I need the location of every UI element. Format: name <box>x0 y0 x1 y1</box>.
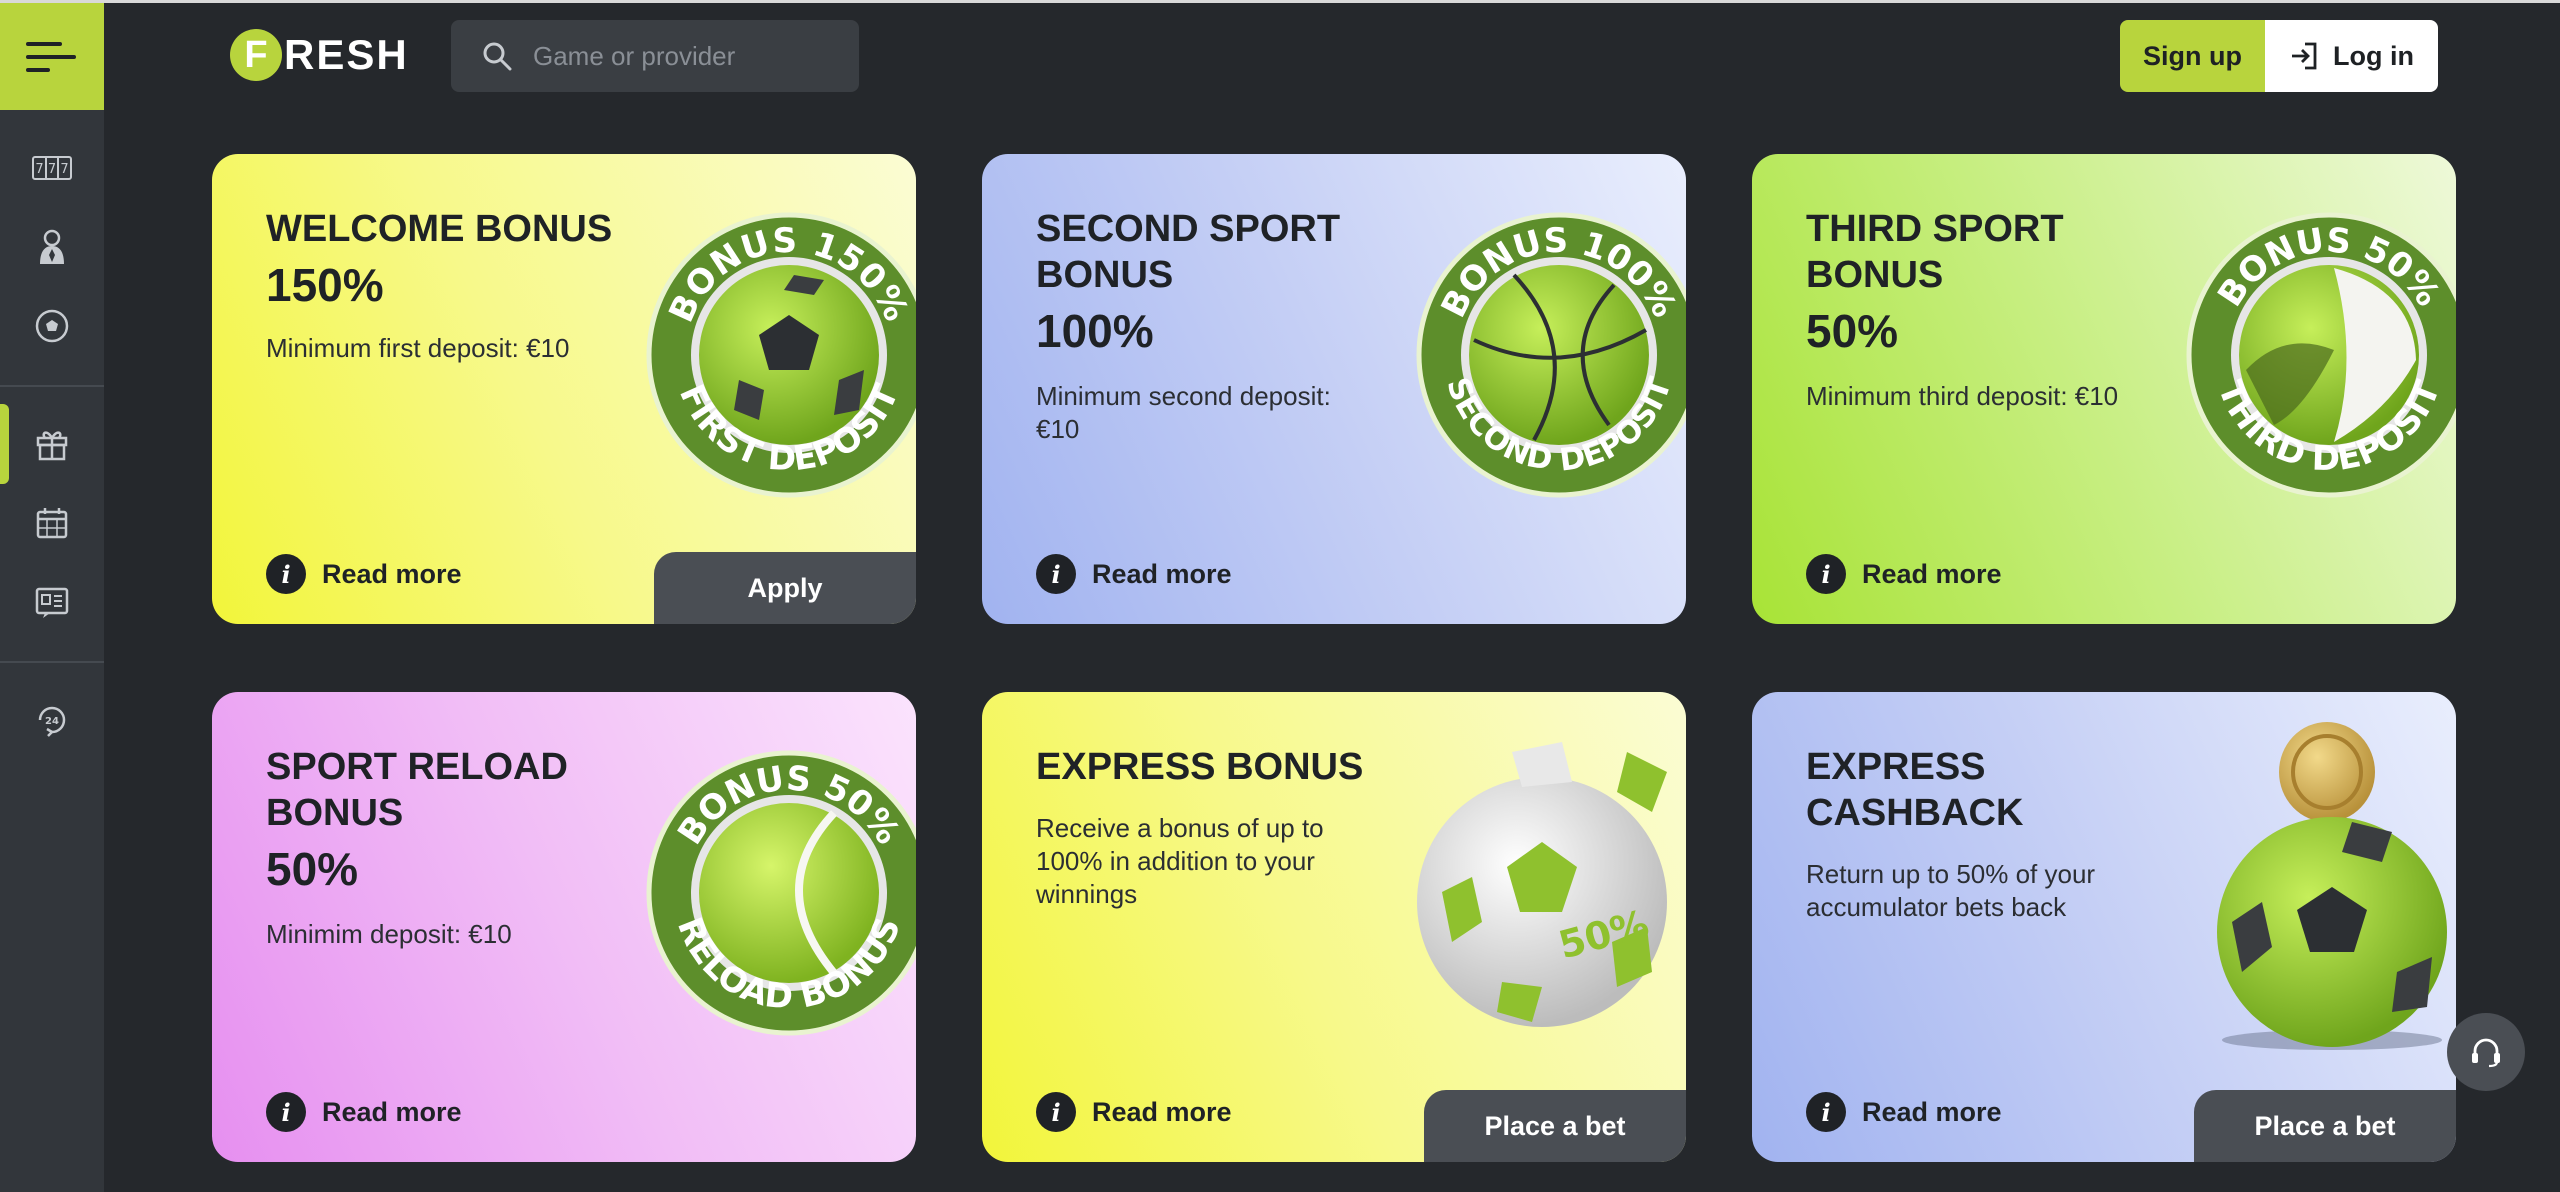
sidebar-divider <box>0 385 104 387</box>
card-description: Minimum third deposit: €10 <box>1806 381 2119 411</box>
card-description: Minimum first deposit: €10 <box>266 333 570 363</box>
bonus-card-second-sport[interactable]: SECOND SPORT BONUS 100% Minimum second d… <box>982 154 1686 624</box>
sidebar-item-promotions[interactable] <box>0 404 104 484</box>
bonus-card-third-sport[interactable]: THIRD SPORT BONUS 50% Minimum third depo… <box>1752 154 2456 624</box>
bonus-card-welcome[interactable]: WELCOME BONUS 150% Minimum first deposit… <box>212 154 916 624</box>
support-24-icon: 24 <box>38 706 66 737</box>
read-more-label: Read more <box>1862 1096 2002 1127</box>
card-description: Minimum second deposit: €10 <box>1036 381 1331 444</box>
info-icon: i <box>1806 554 1846 594</box>
card-description: Receive a bonus of up to 100% in additio… <box>1036 813 1324 909</box>
slots-icon: 7 7 7 <box>32 156 72 180</box>
card-title: SPORT RELOAD BONUS <box>266 746 568 834</box>
auth-buttons: Sign up Log in <box>2120 20 2438 92</box>
sidebar-item-news[interactable] <box>0 574 104 630</box>
read-more-link[interactable]: i Read more <box>1806 554 2002 594</box>
svg-text:7: 7 <box>60 162 68 177</box>
place-bet-button[interactable]: Place a bet <box>2194 1090 2456 1162</box>
card-title: EXPRESS CASHBACK <box>1806 746 2024 834</box>
info-icon: i <box>1036 1092 1076 1132</box>
search-box[interactable] <box>451 20 859 92</box>
search-input[interactable] <box>531 39 835 73</box>
basketball-icon: BONUS 100% SECOND DEPOSIT <box>1416 212 1686 498</box>
sidebar-item-calendar[interactable] <box>0 495 104 551</box>
hamburger-icon <box>26 41 76 72</box>
sidebar-item-slots[interactable]: 7 7 7 <box>0 140 104 196</box>
bonus-card-express[interactable]: EXPRESS BONUS Receive a bonus of up to 1… <box>982 692 1686 1162</box>
sport-icon <box>35 309 69 343</box>
card-percent: 150% <box>266 259 384 311</box>
card-percent: 100% <box>1036 305 1154 357</box>
card-title: SECOND SPORT BONUS <box>1036 208 1341 296</box>
soccer-ball-icon: BONUS 150% FIRST DEPOSIT <box>646 212 916 498</box>
card-title: WELCOME BONUS <box>266 208 613 250</box>
sidebar-divider <box>0 661 104 663</box>
place-bet-button[interactable]: Place a bet <box>1424 1090 1686 1162</box>
piggy-ball-coin-icon <box>2217 722 2447 1050</box>
headset-icon <box>2472 1038 2500 1068</box>
sidebar-item-live-casino[interactable] <box>0 219 104 275</box>
info-icon: i <box>266 1092 306 1132</box>
login-label: Log in <box>2333 40 2414 71</box>
read-more-link[interactable]: i Read more <box>1036 554 1232 594</box>
tennis-ball-icon: BONUS 50% RELOAD BONUS <box>646 750 916 1036</box>
gift-icon <box>36 431 68 461</box>
logo-text: RESH <box>284 31 409 78</box>
top-border <box>0 0 2560 3</box>
read-more-label: Read more <box>1862 558 2002 589</box>
search-icon <box>481 40 513 72</box>
bonus-card-sport-reload[interactable]: SPORT RELOAD BONUS 50% Minimim deposit: … <box>212 692 916 1162</box>
card-title: THIRD SPORT BONUS <box>1806 208 2064 296</box>
read-more-label: Read more <box>1092 558 1232 589</box>
support-chat-button[interactable] <box>2447 1013 2525 1091</box>
login-button[interactable]: Log in <box>2265 20 2438 92</box>
card-percent: 50% <box>266 843 359 895</box>
card-description: Return up to 50% of your accumulator bet… <box>1806 859 2096 922</box>
read-more-label: Read more <box>322 1096 462 1127</box>
volleyball-icon: BONUS 50% THIRD DEPOSIT <box>2186 212 2456 498</box>
site-logo[interactable]: F RESH <box>230 28 409 82</box>
sidebar-item-sport[interactable] <box>0 298 104 354</box>
signup-button[interactable]: Sign up <box>2120 20 2265 92</box>
exploding-ball-icon: 50% <box>1417 742 1667 1027</box>
read-more-link[interactable]: i Read more <box>266 554 462 594</box>
logo-letter: F <box>230 29 282 81</box>
news-icon <box>35 587 69 618</box>
svg-text:7: 7 <box>35 162 43 177</box>
card-percent: 50% <box>1806 305 1899 357</box>
sidebar-item-support[interactable]: 24 <box>0 692 104 748</box>
read-more-link[interactable]: i Read more <box>1036 1092 1232 1132</box>
bonus-card-express-cashback[interactable]: EXPRESS CASHBACK Return up to 50% of you… <box>1752 692 2456 1162</box>
calendar-icon <box>36 508 68 539</box>
svg-text:7: 7 <box>48 162 56 177</box>
apply-button[interactable]: Apply <box>654 552 916 624</box>
sidebar: 7 7 7 24 <box>0 3 104 1192</box>
menu-button[interactable] <box>0 3 104 110</box>
card-description: Minimim deposit: €10 <box>266 919 512 949</box>
card-title: EXPRESS BONUS <box>1036 746 1364 788</box>
svg-text:24: 24 <box>45 716 59 727</box>
info-icon: i <box>266 554 306 594</box>
login-icon <box>2292 42 2317 70</box>
read-more-link[interactable]: i Read more <box>1806 1092 2002 1132</box>
read-more-label: Read more <box>322 558 462 589</box>
read-more-label: Read more <box>1092 1096 1232 1127</box>
info-icon: i <box>1036 554 1076 594</box>
read-more-link[interactable]: i Read more <box>266 1092 462 1132</box>
live-casino-icon <box>40 229 64 264</box>
info-icon: i <box>1806 1092 1846 1132</box>
